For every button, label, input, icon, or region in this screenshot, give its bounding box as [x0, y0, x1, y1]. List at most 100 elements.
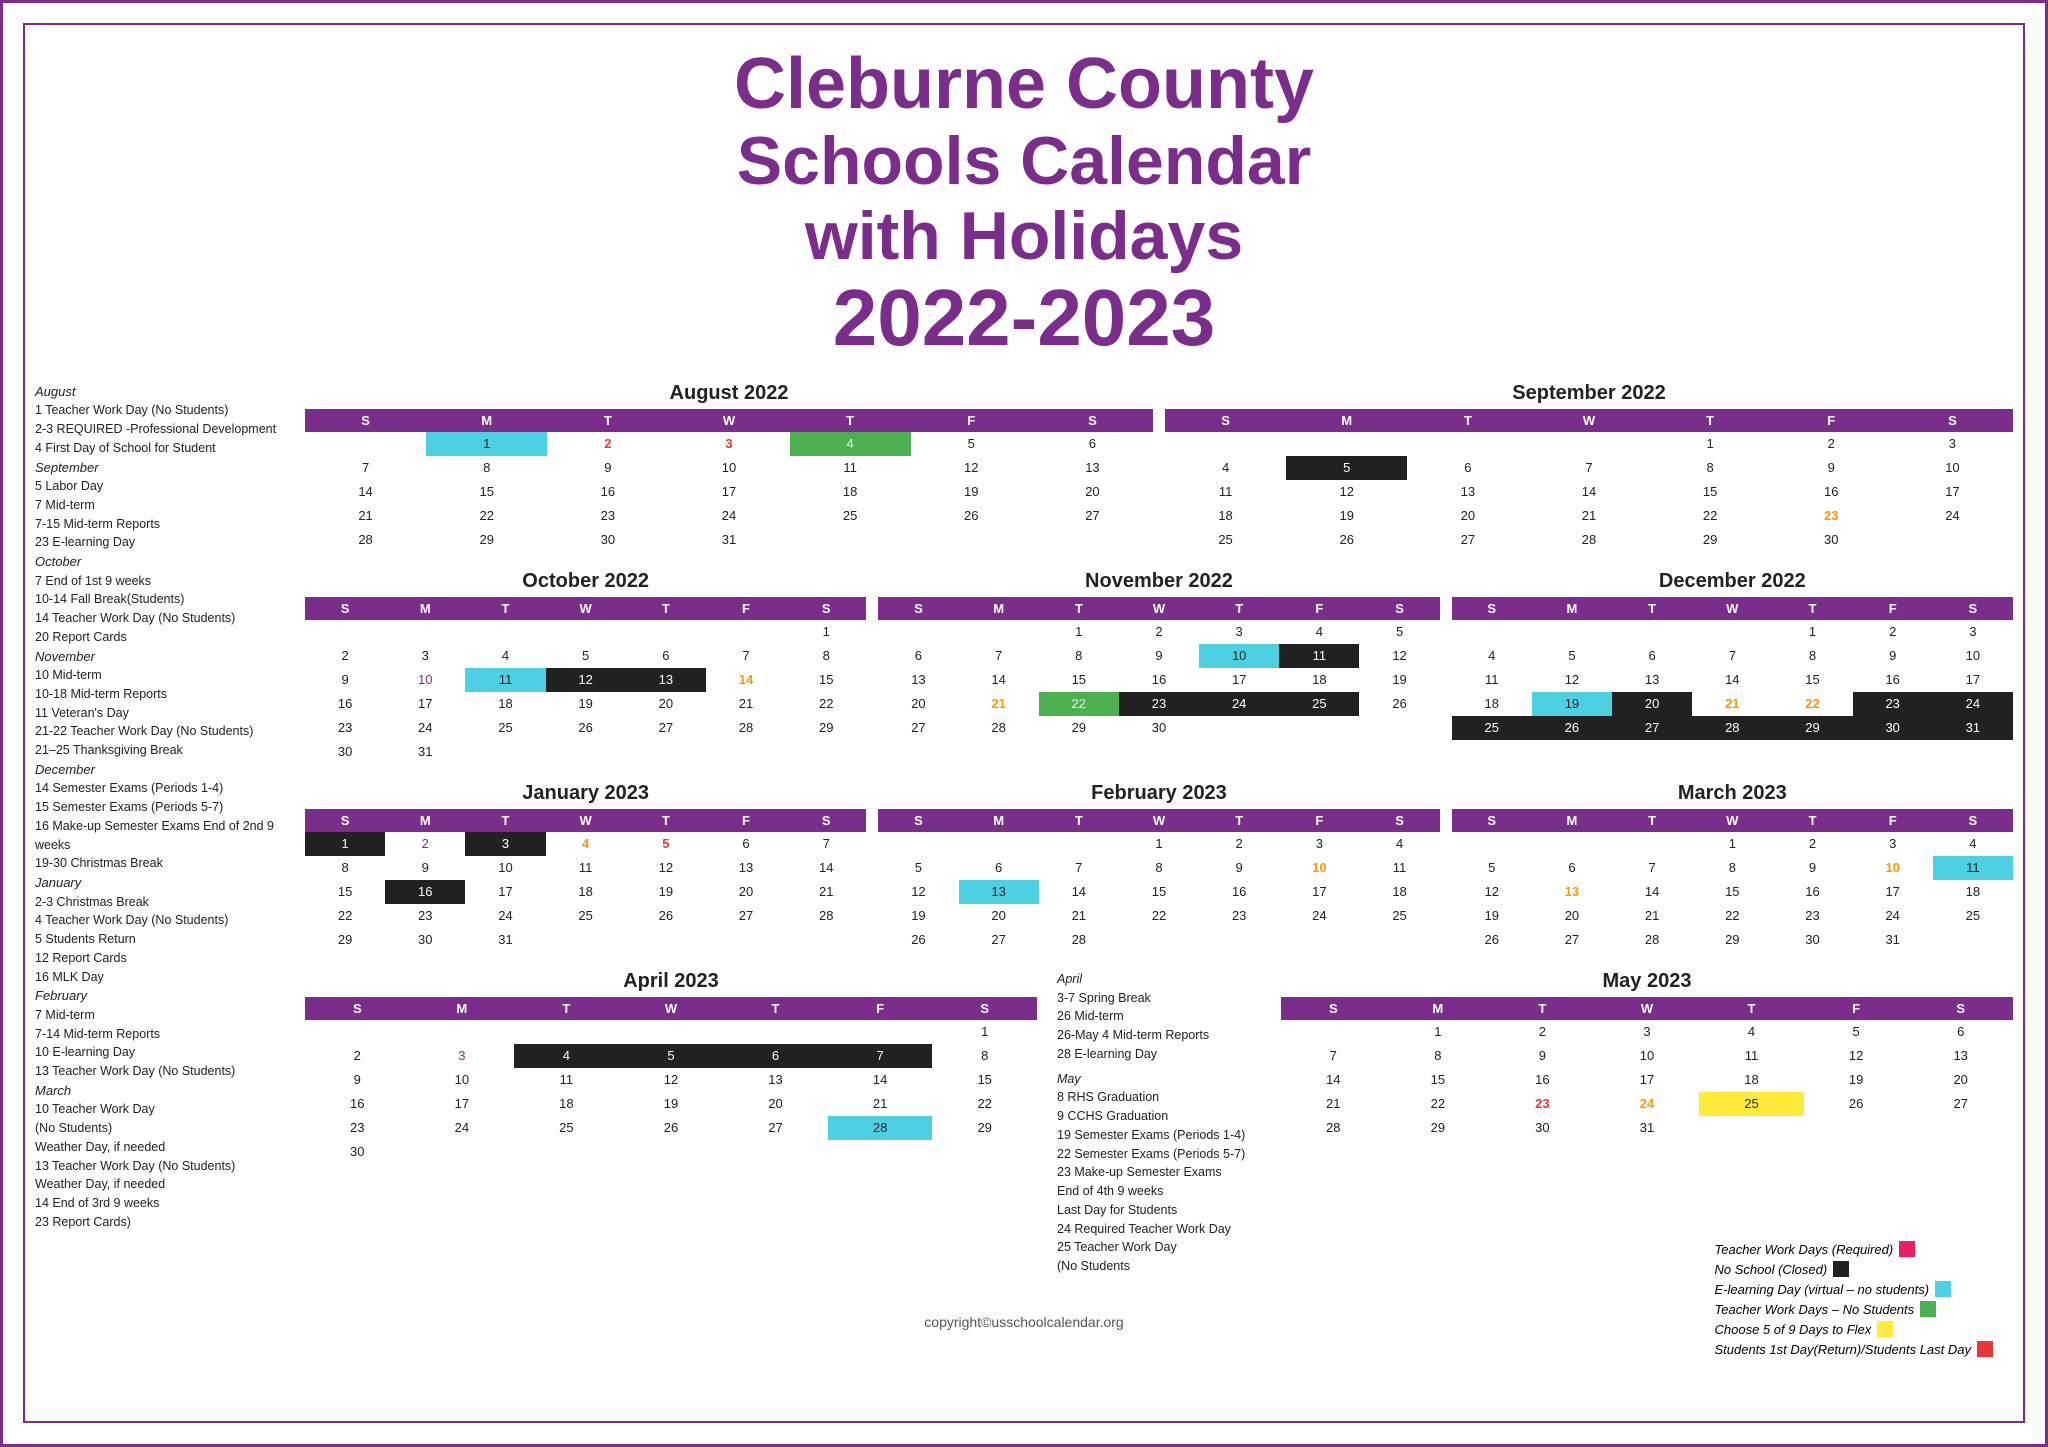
calendar-day-cell: 29 — [1039, 716, 1119, 740]
calendar-day-header: W — [546, 597, 626, 620]
middle-event-item: 26 Mid-term — [1057, 1007, 1261, 1026]
calendar-day-cell — [786, 740, 866, 764]
calendar-day-header: T — [1407, 409, 1528, 432]
calendar-day-cell: 28 — [959, 716, 1039, 740]
legend-section: Teacher Work Days (Required)No School (C… — [1714, 1241, 1993, 1361]
sidebar-event-item: 11 Veteran's Day — [35, 704, 295, 723]
calendar-title: March 2023 — [1452, 782, 2013, 805]
calendar-day-cell: 10 — [1199, 644, 1279, 668]
middle-event-item: 19 Semester Exams (Periods 1-4) — [1057, 1126, 1261, 1145]
middle-event-item: 28 E-learning Day — [1057, 1045, 1261, 1064]
middle-event-item: 23 Make-up Semester Exams — [1057, 1163, 1261, 1182]
calendar-day-cell: 27 — [1908, 1092, 2013, 1116]
calendar-day-header: M — [1386, 997, 1491, 1020]
calendar-day-header: T — [514, 997, 619, 1020]
calendar-day-cell: 20 — [1032, 480, 1153, 504]
calendar-row-4: April 2023SMTWTFS12345678910111213141516… — [305, 970, 2013, 1276]
calendar-day-cell: 11 — [1933, 856, 2013, 880]
calendar-day-cell: 17 — [465, 880, 545, 904]
calendar-row-3: January 2023SMTWTFS123456789101112131415… — [305, 782, 2013, 952]
calendar-day-cell: 23 — [1772, 904, 1852, 928]
calendar-day-cell: 19 — [878, 904, 958, 928]
sidebar-event-item: 10-18 Mid-term Reports — [35, 685, 295, 704]
calendar-day-cell: 6 — [1407, 456, 1528, 480]
calendar-day-cell: 1 — [1650, 432, 1771, 456]
calendar-day-cell: 15 — [305, 880, 385, 904]
calendar-day-header: T — [1699, 997, 1804, 1020]
calendar-day-cell — [1199, 716, 1279, 740]
calendar-day-cell: 23 — [1199, 904, 1279, 928]
calendar-day-header: S — [1933, 809, 2013, 832]
middle-event-item: 3-7 Spring Break — [1057, 989, 1261, 1008]
calendar-block: February 2023SMTWTFS12345678910111213141… — [878, 782, 1439, 952]
calendar-grid: SMTWTFS123456789101112131415161718192021… — [305, 809, 866, 952]
calendar-day-cell: 26 — [626, 904, 706, 928]
calendar-day-header: W — [1692, 597, 1772, 620]
calendar-title: January 2023 — [305, 782, 866, 805]
calendar-day-cell: 10 — [410, 1068, 515, 1092]
calendar-day-header: S — [1933, 597, 2013, 620]
calendar-day-cell: 31 — [465, 928, 545, 952]
calendar-block: May 2023SMTWTFS1234567891011121314151617… — [1281, 970, 2013, 1140]
calendar-day-cell: 9 — [1853, 644, 1933, 668]
calendar-day-cell: 6 — [1032, 432, 1153, 456]
calendar-day-cell: 3 — [465, 832, 545, 856]
calendar-day-cell: 22 — [305, 904, 385, 928]
sidebar-event-item: 7-14 Mid-term Reports — [35, 1025, 295, 1044]
sidebar-event-item: 14 Semester Exams (Periods 1-4) — [35, 779, 295, 798]
sidebar-month-header: February — [35, 986, 295, 1006]
sidebar-event-item: 21–25 Thanksgiving Break — [35, 741, 295, 760]
calendar-day-cell: 20 — [878, 692, 958, 716]
calendar-day-cell — [1692, 620, 1772, 644]
calendar-day-cell: 6 — [1612, 644, 1692, 668]
middle-event-item: (No Students — [1057, 1257, 1261, 1276]
calendar-day-header: T — [1772, 597, 1852, 620]
sidebar-event-item: 10-14 Fall Break(Students) — [35, 590, 295, 609]
calendar-day-cell: 4 — [1452, 644, 1532, 668]
calendar-day-cell: 8 — [1692, 856, 1772, 880]
calendar-day-cell: 27 — [1532, 928, 1612, 952]
calendar-day-header: F — [706, 809, 786, 832]
calendar-day-cell: 5 — [1359, 620, 1439, 644]
calendar-day-cell: 2 — [1853, 620, 1933, 644]
calendar-day-cell: 25 — [1165, 528, 1286, 552]
calendar-day-header: F — [706, 597, 786, 620]
calendar-day-cell: 4 — [465, 644, 545, 668]
calendar-day-cell: 18 — [1279, 668, 1359, 692]
calendar-day-cell — [959, 832, 1039, 856]
calendar-day-cell — [1279, 716, 1359, 740]
calendar-day-cell: 15 — [1692, 880, 1772, 904]
calendar-day-cell: 22 — [1650, 504, 1771, 528]
sidebar-month-header: October — [35, 552, 295, 572]
calendar-day-cell: 11 — [1279, 644, 1359, 668]
calendar-day-cell: 16 — [305, 692, 385, 716]
sidebar-event-item: 4 Teacher Work Day (No Students) — [35, 911, 295, 930]
calendar-day-cell: 11 — [514, 1068, 619, 1092]
calendar-day-header: M — [1286, 409, 1407, 432]
calendar-day-header: T — [626, 597, 706, 620]
calendar-day-cell — [1281, 1020, 1386, 1044]
calendar-day-cell: 12 — [1286, 480, 1407, 504]
calendar-day-cell: 29 — [1650, 528, 1771, 552]
calendar-day-cell: 31 — [1595, 1116, 1700, 1140]
calendar-day-cell: 7 — [1281, 1044, 1386, 1068]
calendar-day-cell: 5 — [1532, 644, 1612, 668]
calendar-grid: SMTWTFS123456789101112131415161718192021… — [305, 997, 1037, 1164]
calendar-day-cell: 20 — [1407, 504, 1528, 528]
calendar-day-cell: 11 — [1165, 480, 1286, 504]
calendar-day-cell: 23 — [305, 1116, 410, 1140]
middle-event-item: End of 4th 9 weeks — [1057, 1182, 1261, 1201]
calendar-day-cell: 13 — [1407, 480, 1528, 504]
calendar-day-cell — [1452, 620, 1532, 644]
calendar-day-cell: 22 — [786, 692, 866, 716]
legend-item: Choose 5 of 9 Days to Flex — [1714, 1321, 1993, 1337]
calendar-day-cell: 2 — [1490, 1020, 1595, 1044]
calendar-day-cell — [1892, 528, 2013, 552]
calendar-day-cell: 27 — [1032, 504, 1153, 528]
legend-item: No School (Closed) — [1714, 1261, 1993, 1277]
left-sidebar: August1 Teacher Work Day (No Students)2-… — [35, 382, 305, 1294]
calendar-day-cell: 21 — [786, 880, 866, 904]
calendar-day-cell: 12 — [1532, 668, 1612, 692]
calendar-day-cell: 16 — [1199, 880, 1279, 904]
legend-color-box — [1899, 1241, 1915, 1257]
